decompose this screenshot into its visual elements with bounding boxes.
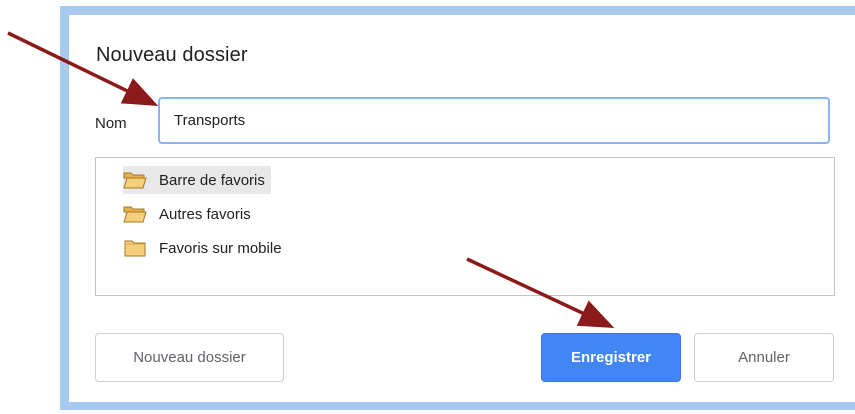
tree-item-autres-favoris[interactable]: Autres favoris — [123, 200, 257, 228]
tree-item-label: Favoris sur mobile — [159, 239, 282, 257]
tree-item-favoris-sur-mobile[interactable]: Favoris sur mobile — [123, 234, 288, 262]
cancel-button[interactable]: Annuler — [694, 333, 834, 382]
new-folder-button[interactable]: Nouveau dossier — [95, 333, 284, 382]
name-label: Nom — [95, 115, 127, 132]
folder-tree: Barre de favoris Autres favoris Favoris … — [95, 157, 835, 296]
folder-name-input[interactable] — [158, 97, 830, 144]
folder-closed-icon — [123, 239, 147, 257]
tree-item-label: Barre de favoris — [159, 171, 265, 189]
tree-item-barre-de-favoris[interactable]: Barre de favoris — [123, 166, 271, 194]
tree-item-label: Autres favoris — [159, 205, 251, 223]
folder-open-icon — [123, 205, 147, 223]
save-button[interactable]: Enregistrer — [541, 333, 681, 382]
dialog-title: Nouveau dossier — [96, 44, 248, 66]
folder-open-icon — [123, 171, 147, 189]
